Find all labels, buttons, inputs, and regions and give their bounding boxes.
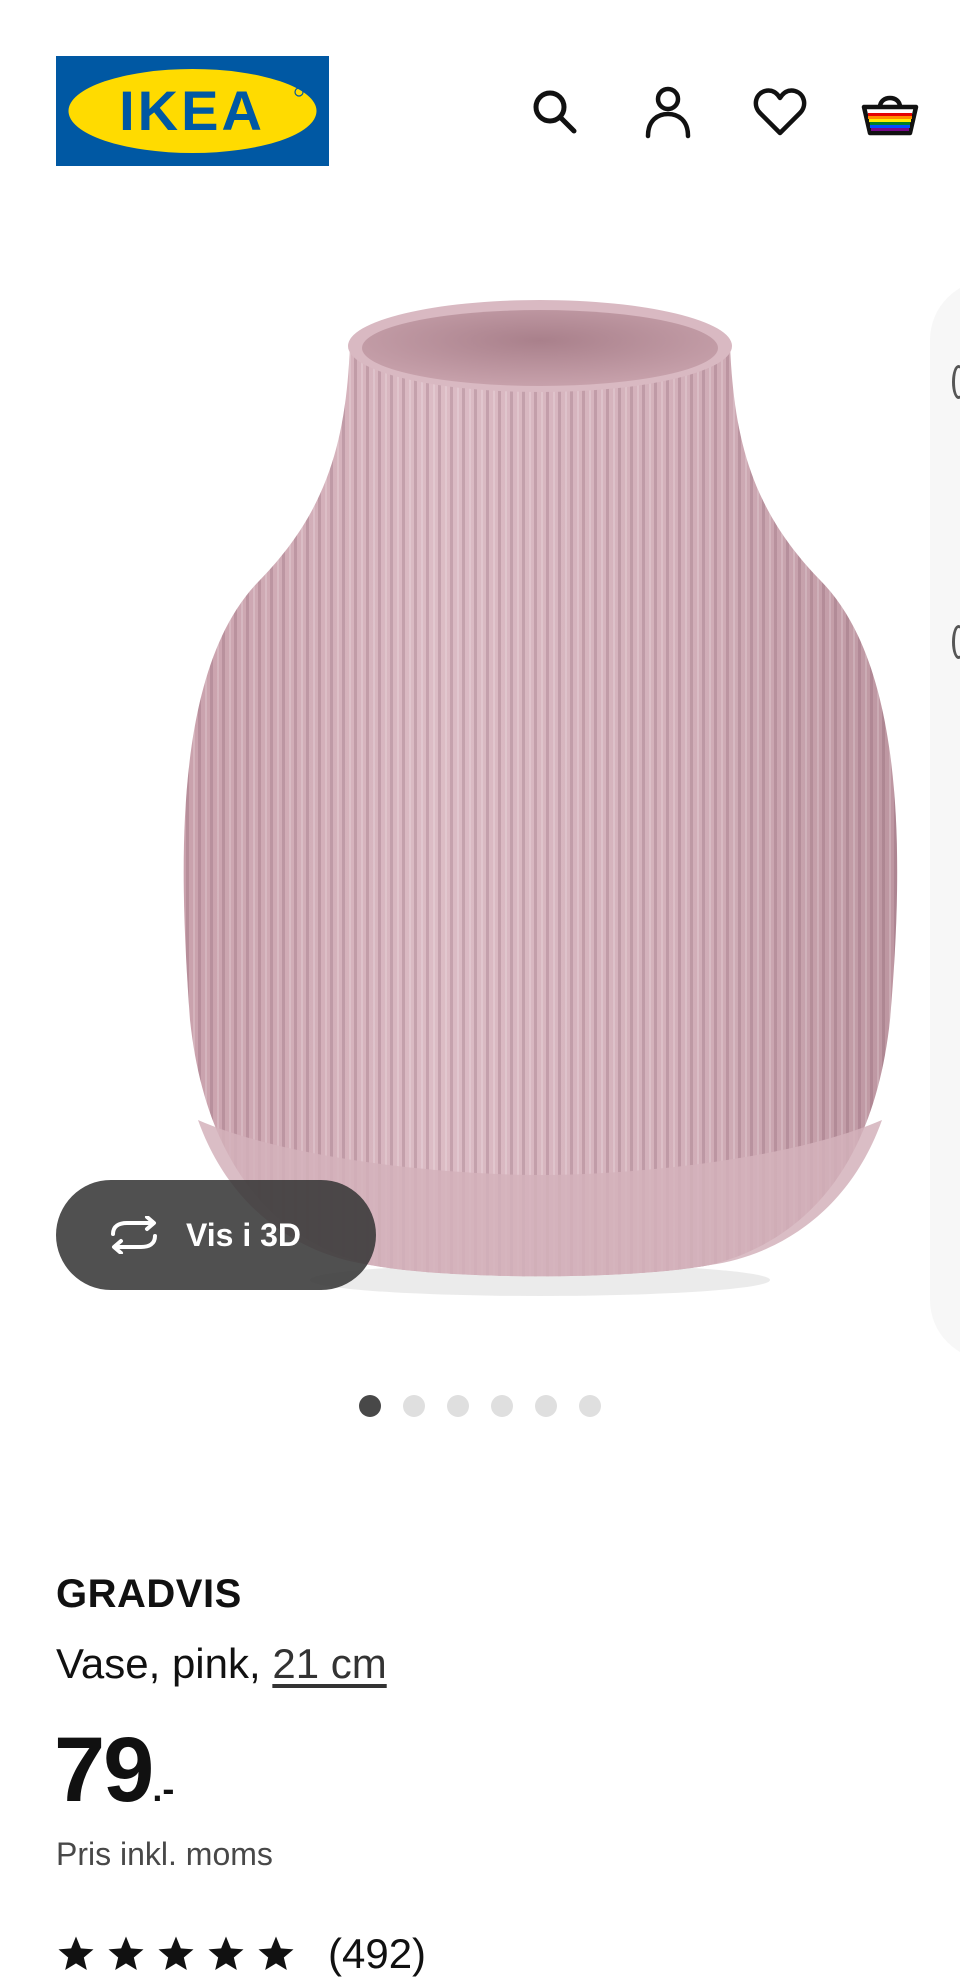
product-image-gallery[interactable]: Vis i 3D [0, 220, 960, 1360]
view-in-3d-button[interactable]: Vis i 3D [56, 1180, 376, 1290]
star-icon [158, 1936, 194, 1970]
carousel-dot-5[interactable] [535, 1395, 557, 1417]
view-in-3d-label: Vis i 3D [186, 1216, 302, 1253]
carousel-dot-1[interactable] [359, 1395, 381, 1417]
carousel-dot-3[interactable] [447, 1395, 469, 1417]
price-suffix: .- [152, 1768, 175, 1809]
product-description: Vase, pink, 21 cm [56, 1640, 387, 1688]
carousel-dot-4[interactable] [491, 1395, 513, 1417]
product-price: 79.- [54, 1718, 174, 1823]
star-icon [208, 1936, 244, 1970]
search-icon[interactable] [525, 82, 585, 142]
next-image-preview[interactable] [930, 280, 960, 1360]
ikea-logo[interactable]: IKEA [56, 56, 329, 166]
carousel-dot-2[interactable] [403, 1395, 425, 1417]
product-rating[interactable]: (492) [56, 1930, 426, 1978]
star-icon [258, 1936, 294, 1970]
next-image-detail [952, 365, 960, 399]
star-icon [58, 1936, 94, 1970]
price-integer: 79 [54, 1719, 154, 1821]
carousel-dot-6[interactable] [579, 1395, 601, 1417]
site-header: IKEA [0, 0, 960, 220]
product-size-link[interactable]: 21 cm [272, 1640, 386, 1687]
next-image-detail [952, 625, 960, 659]
basket-icon[interactable] [860, 82, 920, 142]
account-icon[interactable] [638, 82, 698, 142]
rotate-3d-icon [104, 1215, 164, 1255]
review-count: (492) [328, 1930, 427, 1977]
product-type-text: Vase, pink, [56, 1640, 273, 1687]
product-name: GRADVIS [56, 1572, 242, 1616]
heart-icon[interactable] [750, 82, 810, 142]
product-image-vase [183, 300, 898, 1296]
star-icon [108, 1936, 144, 1970]
carousel-pagination [0, 1395, 960, 1417]
logo-text: IKEA [119, 79, 265, 142]
vat-note: Pris inkl. moms [56, 1836, 273, 1872]
